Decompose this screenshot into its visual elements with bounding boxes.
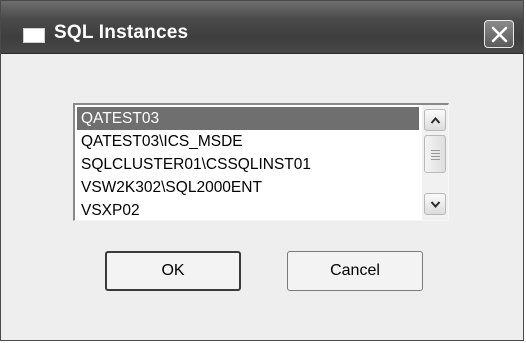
list-item[interactable]: VSW2K302\SQL2000ENT bbox=[77, 176, 419, 199]
scroll-thumb[interactable] bbox=[424, 135, 446, 173]
scroll-down-button[interactable] bbox=[424, 193, 446, 215]
scroll-up-button[interactable] bbox=[424, 109, 446, 131]
chevron-down-icon bbox=[430, 201, 441, 209]
instance-list: QATEST03 QATEST03\ICS_MSDE SQLCLUSTER01\… bbox=[77, 107, 419, 220]
sql-instances-dialog: SQL Instances QATEST03 QATEST03\ICS_MSDE… bbox=[0, 0, 524, 341]
cancel-button[interactable]: Cancel bbox=[287, 251, 423, 291]
list-item[interactable]: VSXP02 bbox=[77, 199, 419, 220]
grip-line bbox=[431, 156, 440, 157]
list-item[interactable]: SQLCLUSTER01\CSSQLINST01 bbox=[77, 153, 419, 176]
grip-line bbox=[431, 159, 440, 160]
dialog-title: SQL Instances bbox=[54, 22, 189, 43]
list-item[interactable]: QATEST03 bbox=[77, 107, 419, 130]
grip-line bbox=[431, 153, 440, 154]
chevron-up-icon bbox=[430, 116, 441, 124]
grip-line bbox=[431, 150, 440, 151]
list-item[interactable]: QATEST03\ICS_MSDE bbox=[77, 130, 419, 153]
close-icon bbox=[491, 26, 508, 43]
close-button[interactable] bbox=[484, 20, 514, 48]
title-bar[interactable]: SQL Instances bbox=[1, 1, 523, 54]
window-icon bbox=[23, 28, 45, 43]
vertical-scrollbar[interactable] bbox=[422, 105, 448, 220]
ok-button[interactable]: OK bbox=[105, 251, 241, 291]
instance-listbox[interactable]: QATEST03 QATEST03\ICS_MSDE SQLCLUSTER01\… bbox=[73, 103, 449, 221]
